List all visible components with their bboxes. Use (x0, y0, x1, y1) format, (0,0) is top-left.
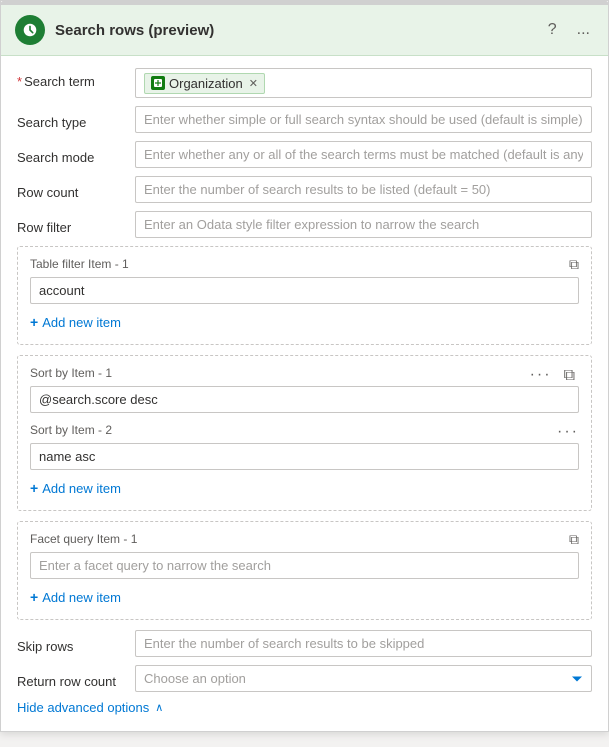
search-term-label: *Search term (17, 68, 127, 89)
facet-add-label: Add new item (42, 590, 121, 605)
table-filter-copy-icon[interactable]: ⧉ (565, 255, 583, 273)
sort-item2-more-icon[interactable]: ··· (557, 423, 579, 441)
search-type-label: Search type (17, 109, 127, 130)
search-mode-input[interactable] (135, 141, 592, 168)
add-btn-label: Add new item (42, 315, 121, 330)
table-filter-input[interactable] (30, 277, 579, 304)
facet-actions: ⧉ (565, 530, 583, 548)
facet-section: Facet query Item - 1 ⧉ + Add new item (17, 521, 592, 620)
hide-advanced-btn[interactable]: Hide advanced options ∧ (17, 700, 163, 715)
search-mode-label: Search mode (17, 144, 127, 165)
search-term-field-wrap: Organization ✕ (135, 68, 592, 98)
return-row-count-wrap: Choose an option (135, 665, 592, 692)
facet-input[interactable] (30, 552, 579, 579)
sort-item2-label: Sort by Item - 2 (30, 423, 579, 437)
sort-item1-copy-icon[interactable]: ⧉ (560, 366, 579, 386)
search-term-tag-field[interactable]: Organization ✕ (135, 68, 592, 98)
chevron-up-icon: ∧ (155, 701, 163, 714)
sort-add-btn[interactable]: + Add new item (30, 476, 121, 500)
tag-close-icon[interactable]: ✕ (249, 77, 258, 90)
row-count-field-wrap (135, 176, 592, 203)
tag-label: Organization (169, 76, 243, 91)
header-icons: ? ... (544, 20, 594, 40)
required-star: * (17, 74, 22, 89)
return-row-count-select[interactable]: Choose an option (135, 665, 592, 692)
sort-section: Sort by Item - 1 ··· ⧉ Sort by Item - 2 … (17, 355, 592, 511)
more-icon[interactable]: ... (573, 20, 594, 40)
panel-body: *Search term Organization ✕ Search type (1, 56, 608, 731)
search-type-input[interactable] (135, 106, 592, 133)
sort-item1-more-icon[interactable]: ··· (530, 366, 552, 386)
tag-icon (151, 76, 165, 90)
return-row-count-label: Return row count (17, 668, 127, 689)
search-term-row: *Search term Organization ✕ (17, 68, 592, 98)
main-panel: Search rows (preview) ? ... *Search term… (0, 0, 609, 732)
facet-add-btn[interactable]: + Add new item (30, 585, 121, 609)
search-type-field-wrap (135, 106, 592, 133)
table-filter-section-label: Table filter Item - 1 (30, 257, 579, 271)
app-logo (15, 15, 45, 45)
search-mode-field-wrap (135, 141, 592, 168)
facet-add-icon: + (30, 589, 38, 605)
row-filter-field-wrap (135, 211, 592, 238)
sort-add-label: Add new item (42, 481, 121, 496)
row-filter-input[interactable] (135, 211, 592, 238)
panel-header: Search rows (preview) ? ... (1, 5, 608, 56)
return-row-count-row: Return row count Choose an option (17, 665, 592, 692)
add-icon: + (30, 314, 38, 330)
row-filter-label: Row filter (17, 214, 127, 235)
search-type-row: Search type (17, 106, 592, 133)
help-icon[interactable]: ? (544, 20, 561, 40)
search-mode-row: Search mode (17, 141, 592, 168)
skip-rows-label: Skip rows (17, 633, 127, 654)
sort-item2-input[interactable] (30, 443, 579, 470)
table-filter-section: Table filter Item - 1 ⧉ + Add new item (17, 246, 592, 345)
table-filter-add-btn[interactable]: + Add new item (30, 310, 121, 334)
table-filter-actions: ⧉ (565, 255, 583, 273)
row-count-label: Row count (17, 179, 127, 200)
skip-rows-row: Skip rows (17, 630, 592, 657)
sort-add-icon: + (30, 480, 38, 496)
facet-section-label: Facet query Item - 1 (30, 532, 579, 546)
organization-tag: Organization ✕ (144, 73, 265, 94)
skip-rows-field-wrap (135, 630, 592, 657)
row-count-row: Row count (17, 176, 592, 203)
skip-rows-input[interactable] (135, 630, 592, 657)
row-filter-row: Row filter (17, 211, 592, 238)
sort-item1-input[interactable] (30, 386, 579, 413)
row-count-input[interactable] (135, 176, 592, 203)
sort-item1-label: Sort by Item - 1 (30, 366, 579, 380)
panel-title: Search rows (preview) (55, 22, 534, 39)
hide-advanced-label: Hide advanced options (17, 700, 149, 715)
facet-copy-icon[interactable]: ⧉ (565, 530, 583, 548)
